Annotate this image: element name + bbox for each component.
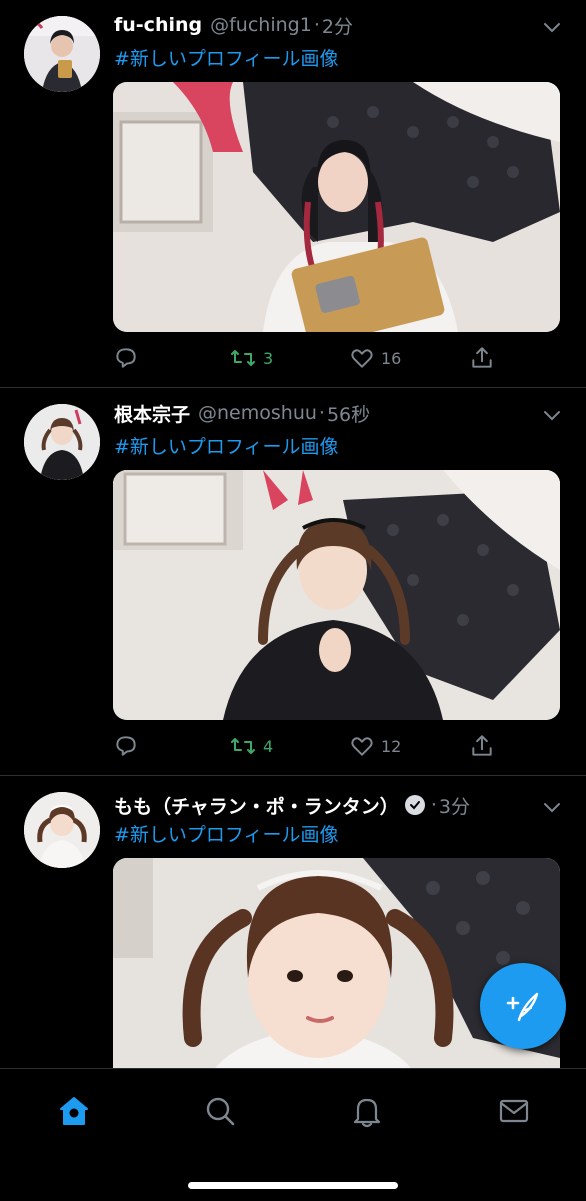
tweet-actions: 4 12 xyxy=(113,731,560,761)
home-icon xyxy=(60,1097,88,1125)
retweet-count: 3 xyxy=(263,348,274,368)
tweet-header: もも（チャラン・ポ・ランタン） · 3分 xyxy=(114,792,470,818)
hashtag-link[interactable]: #新しいプロフィール画像 xyxy=(114,44,339,71)
hashtag-link[interactable]: #新しいプロフィール画像 xyxy=(114,820,339,847)
display-name[interactable]: もも（チャラン・ポ・ランタン） xyxy=(114,792,399,819)
tweet-1[interactable]: fu-ching @fuching1 · 2分 #新しいプロフィール画像 3 1… xyxy=(0,0,586,388)
tweet-image[interactable] xyxy=(113,470,560,720)
separator: · xyxy=(318,402,325,424)
like-count: 16 xyxy=(381,348,402,368)
avatar[interactable] xyxy=(24,16,100,92)
bottom-tab-bar xyxy=(0,1068,586,1201)
reply-icon xyxy=(116,736,136,756)
chevron-down-icon[interactable] xyxy=(540,403,564,427)
like-button[interactable]: 16 xyxy=(349,343,401,373)
retweet-button[interactable]: 4 xyxy=(229,731,273,761)
share-button[interactable] xyxy=(469,343,495,373)
share-icon xyxy=(472,347,492,368)
chevron-down-icon[interactable] xyxy=(540,795,564,819)
mail-icon xyxy=(499,1099,529,1123)
heart-icon xyxy=(351,737,373,756)
retweet-icon xyxy=(231,738,255,754)
timestamp[interactable]: 2分 xyxy=(322,12,353,39)
bell-icon xyxy=(353,1098,381,1128)
hashtag-link[interactable]: #新しいプロフィール画像 xyxy=(114,432,339,459)
tweet-actions: 3 16 xyxy=(113,343,560,373)
verified-badge-icon xyxy=(404,795,425,815)
retweet-button[interactable]: 3 xyxy=(229,343,273,373)
reply-button[interactable] xyxy=(113,343,145,373)
tab-home[interactable] xyxy=(54,1091,94,1131)
tab-messages[interactable] xyxy=(494,1091,534,1131)
tweet-header: 根本宗子 @nemoshuu · 56秒 xyxy=(114,400,370,426)
separator: · xyxy=(430,794,437,816)
chevron-down-icon[interactable] xyxy=(540,15,564,39)
tab-notifications[interactable] xyxy=(347,1091,387,1131)
share-button[interactable] xyxy=(469,731,495,761)
like-count: 12 xyxy=(381,736,402,756)
share-icon xyxy=(472,735,492,756)
tab-search[interactable] xyxy=(200,1091,240,1131)
tweet-header: fu-ching @fuching1 · 2分 xyxy=(114,12,353,38)
compose-button[interactable] xyxy=(480,963,566,1049)
reply-icon xyxy=(116,348,136,368)
home-indicator[interactable] xyxy=(188,1182,398,1189)
display-name[interactable]: fu-ching xyxy=(114,14,202,36)
display-name[interactable]: 根本宗子 xyxy=(114,400,190,427)
timestamp[interactable]: 56秒 xyxy=(327,400,370,427)
avatar[interactable] xyxy=(24,404,100,480)
compose-icon xyxy=(506,992,539,1022)
reply-button[interactable] xyxy=(113,731,145,761)
tweet-2[interactable]: 根本宗子 @nemoshuu · 56秒 #新しいプロフィール画像 4 12 xyxy=(0,388,586,776)
retweet-count: 4 xyxy=(263,736,274,756)
timestamp[interactable]: 3分 xyxy=(439,792,470,819)
username[interactable]: @fuching1 xyxy=(210,14,312,36)
tweet-image[interactable] xyxy=(113,82,560,332)
like-button[interactable]: 12 xyxy=(349,731,401,761)
heart-icon xyxy=(351,349,373,368)
username[interactable]: @nemoshuu xyxy=(198,402,317,424)
separator: · xyxy=(313,14,320,36)
retweet-icon xyxy=(231,350,255,366)
search-icon xyxy=(206,1097,235,1126)
avatar[interactable] xyxy=(24,792,100,868)
